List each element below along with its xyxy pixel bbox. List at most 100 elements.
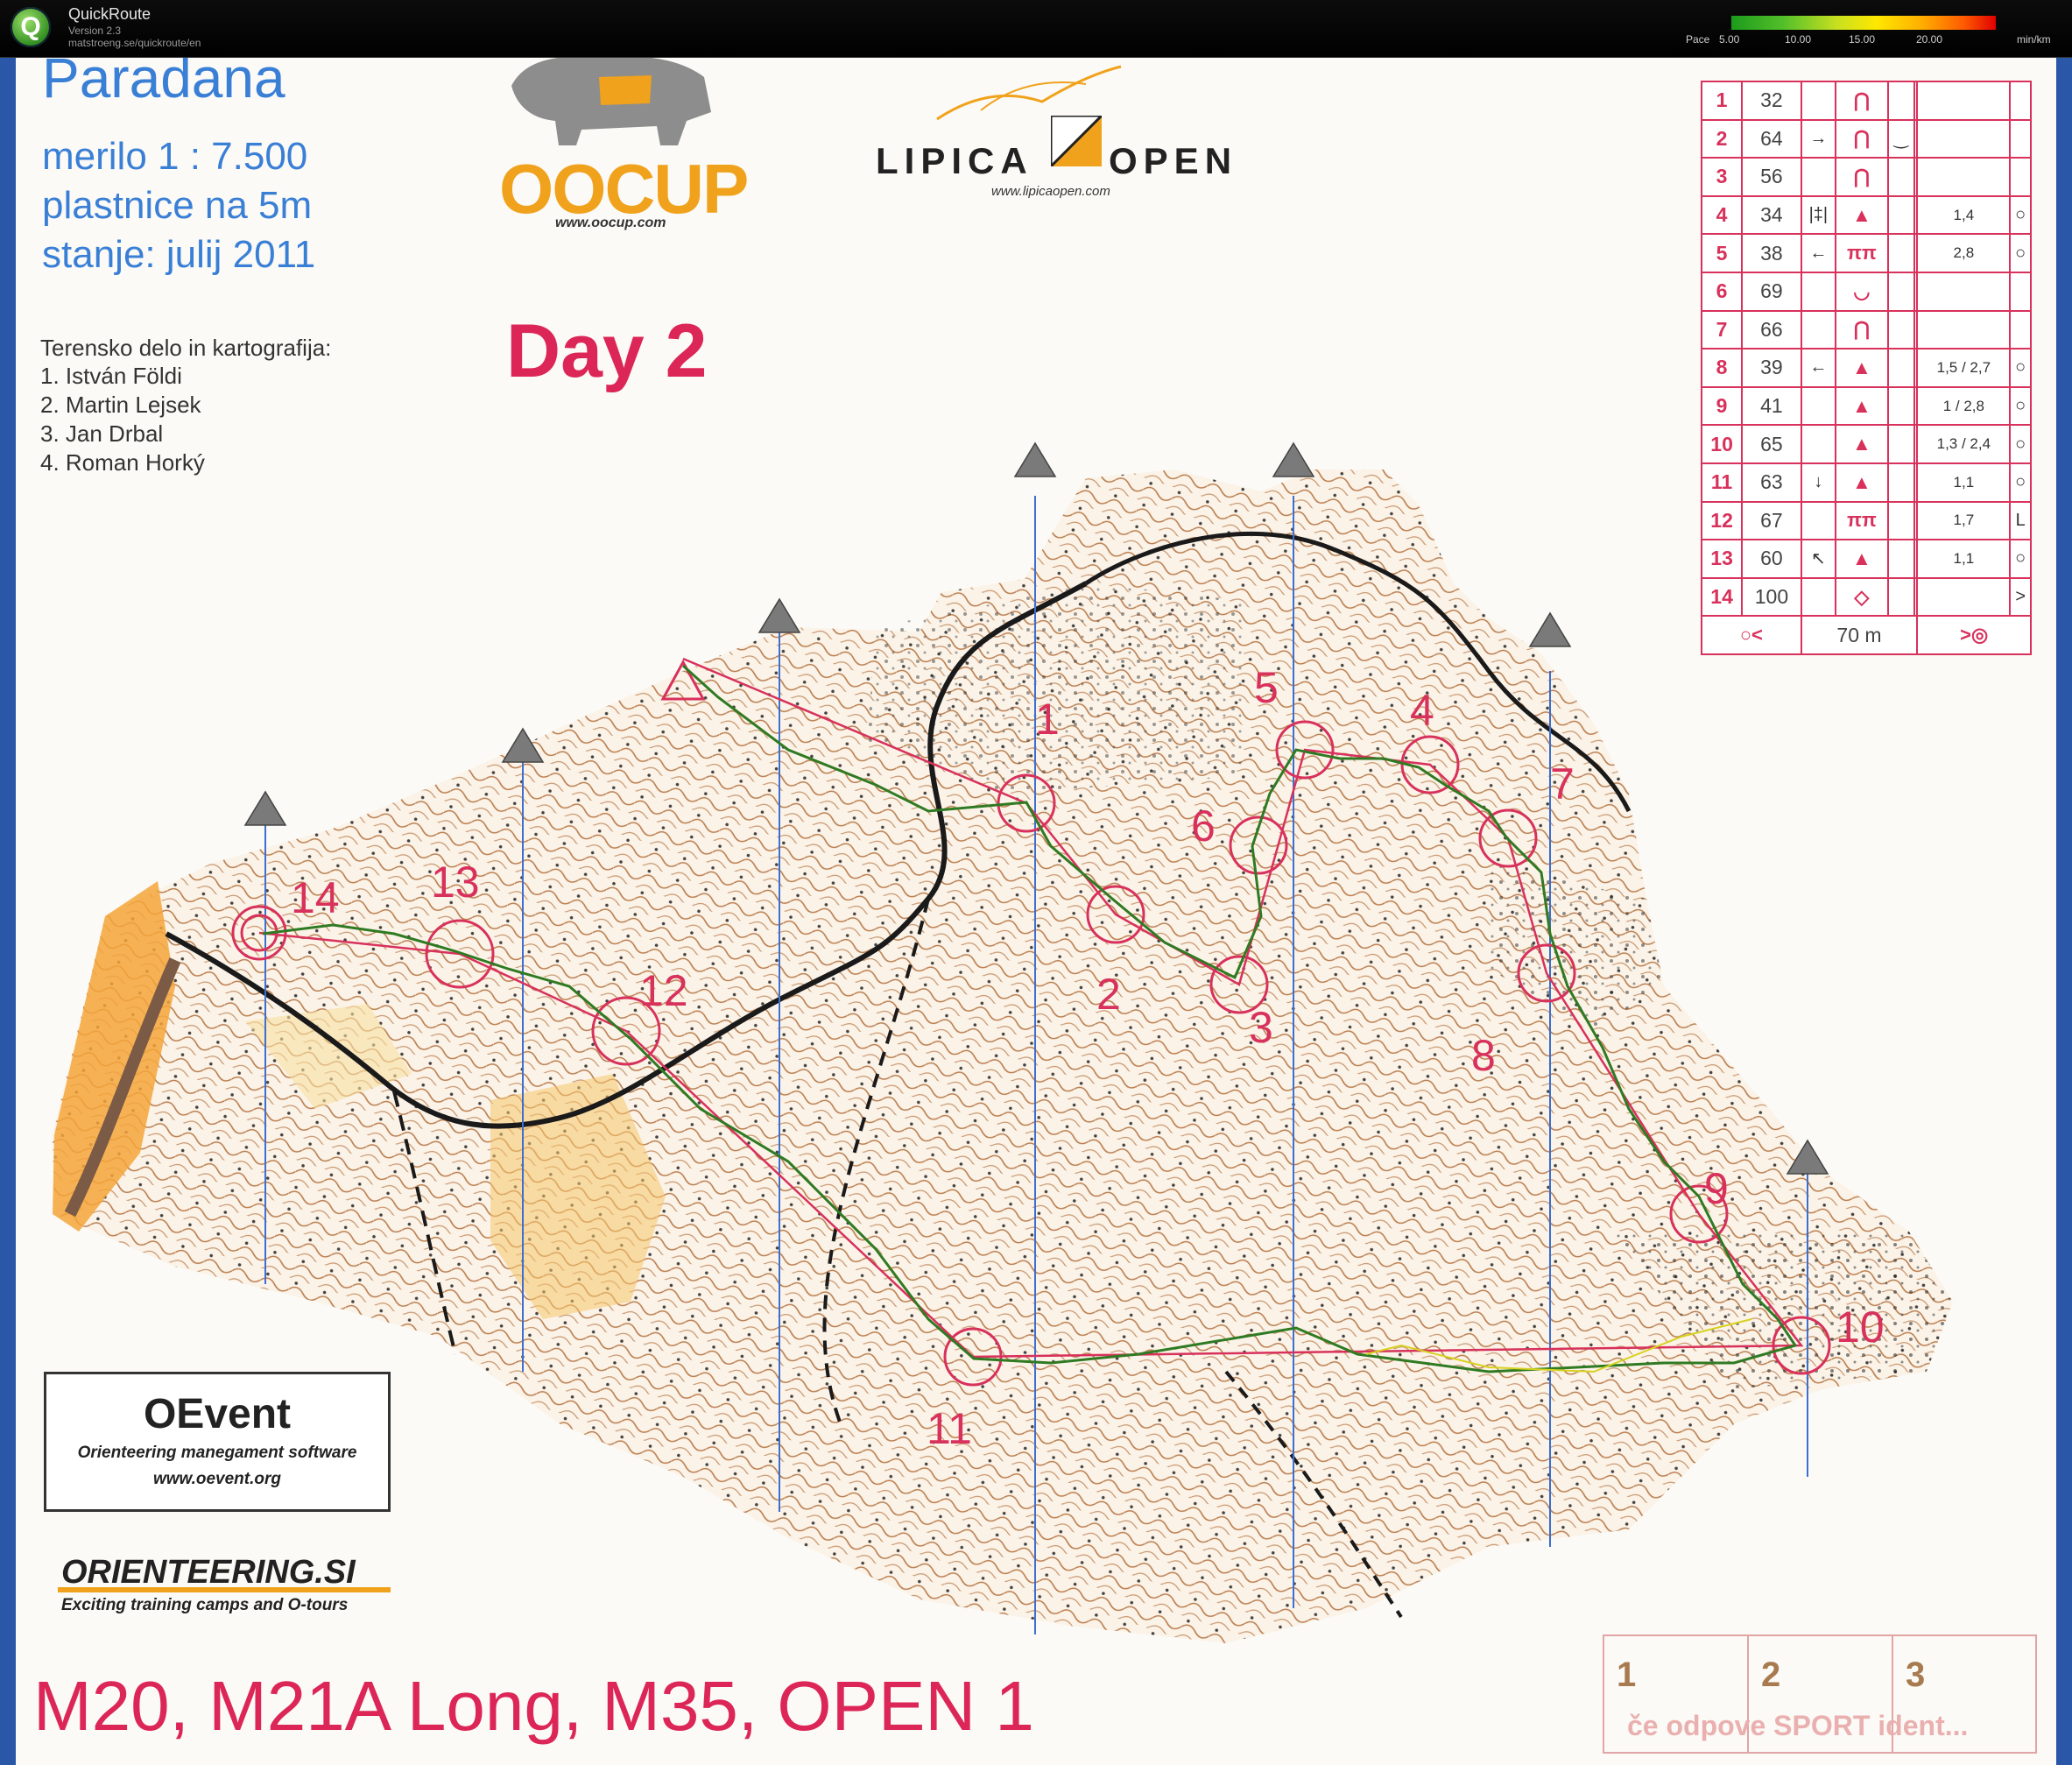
appearance-symbol <box>1886 424 1915 464</box>
oevent-title: OEvent <box>143 1391 292 1437</box>
feature-dimensions: 1,4 <box>1916 194 2012 236</box>
control-description-row: 4 34 |‡| ▲ 1,4 ○ <box>1700 194 2032 236</box>
control-order: 14 <box>1700 576 1744 618</box>
control-description-row: 11 63 ↓ ▲ 1,1 ○ <box>1700 462 2032 503</box>
control-order: 6 <box>1700 271 1744 312</box>
appearance-symbol <box>1886 157 1915 197</box>
control-number: 10 <box>1836 1303 1885 1352</box>
feature-symbol: ▲ <box>1835 539 1889 579</box>
control-number: 2 <box>1096 970 1121 1019</box>
control-order: 11 <box>1700 462 1744 503</box>
finish-row: ○< 70 m >◎ <box>1701 615 2032 656</box>
punch-box-number: 1 <box>1617 1656 1637 1694</box>
control-number: 12 <box>639 966 688 1015</box>
oevent-url: www.oevent.org <box>152 1470 282 1488</box>
map-scale: merilo 1 : 7.500 <box>42 135 308 178</box>
map-state-date: stanje: julij 2011 <box>42 233 316 276</box>
feature-dimensions <box>1916 81 2012 121</box>
control-order: 1 <box>1700 81 1744 121</box>
which-of-similar: |‡| <box>1800 194 1837 236</box>
feature-dimensions <box>1916 271 2012 312</box>
app-version: Version 2.3 <box>68 25 122 37</box>
feature-symbol: ⋂ <box>1835 157 1889 197</box>
credits-title: Terensko delo in kartografija: <box>40 335 332 361</box>
flag-location-symbol: ○ <box>2009 194 2032 236</box>
feature-symbol: ⋂ <box>1835 309 1889 350</box>
feature-symbol: ππ <box>1835 500 1889 541</box>
control-description-row: 3 56 ⋂ <box>1700 157 2032 197</box>
control-code: 39 <box>1741 348 1802 388</box>
flag-location-symbol: ○ <box>2009 462 2032 503</box>
appearance-symbol <box>1886 539 1915 579</box>
feature-dimensions: 1,7 <box>1916 500 2012 541</box>
control-number: 3 <box>1249 1003 1273 1052</box>
orienteering-si-slogan: Exciting training camps and O-tours <box>61 1596 349 1614</box>
app-url[interactable]: matstroeng.se/quickroute/en <box>68 37 201 49</box>
map-view[interactable]: 1 2 3 4 5 6 7 8 9 10 11 12 13 14 Paradan… <box>0 58 2072 1765</box>
feature-symbol: ⋂ <box>1835 118 1889 159</box>
feature-dimensions <box>1916 118 2012 159</box>
which-of-similar: → <box>1800 118 1837 159</box>
rocky-ground-area <box>867 583 1244 794</box>
appearance-symbol <box>1886 348 1915 388</box>
which-of-similar: ← <box>1800 348 1837 388</box>
flag-location-symbol <box>2009 81 2032 121</box>
pace-tick: 10.00 <box>1785 33 1812 46</box>
punch-box-number: 3 <box>1906 1656 1926 1694</box>
which-of-similar <box>1800 157 1837 197</box>
control-code: 34 <box>1741 194 1802 236</box>
appearance-symbol <box>1886 309 1915 350</box>
pace-tick: 20.00 <box>1916 33 1943 46</box>
control-code: 67 <box>1741 500 1802 541</box>
appearance-symbol <box>1886 576 1915 618</box>
day-label: Day 2 <box>506 309 708 393</box>
control-order: 8 <box>1700 348 1744 388</box>
pace-tick: 5.00 <box>1719 33 1740 46</box>
control-code: 38 <box>1741 233 1802 273</box>
appearance-symbol <box>1886 81 1915 121</box>
control-code: 56 <box>1741 157 1802 197</box>
control-code: 64 <box>1741 118 1802 159</box>
flag-location-symbol: L <box>2009 500 2032 541</box>
control-description-row: 10 65 ▲ 1,3 / 2,4 ○ <box>1700 424 2032 464</box>
map-title: Paradana <box>42 58 285 109</box>
flag-location-symbol: > <box>2009 576 2032 618</box>
control-code: 66 <box>1741 309 1802 350</box>
feature-symbol: ◡ <box>1835 271 1889 312</box>
finish-start-symbol: ○< <box>1701 615 1802 656</box>
control-number: 7 <box>1550 759 1575 808</box>
pace-color-scale <box>1731 16 1996 30</box>
control-order: 4 <box>1700 194 1744 236</box>
control-number: 4 <box>1410 686 1434 735</box>
control-order: 10 <box>1700 424 1744 464</box>
control-number: 8 <box>1471 1031 1496 1080</box>
which-of-similar <box>1800 271 1837 312</box>
control-number: 9 <box>1704 1164 1729 1213</box>
feature-symbol: ⋂ <box>1835 81 1889 121</box>
control-order: 3 <box>1700 157 1744 197</box>
pace-unit: min/km <box>2017 33 2051 46</box>
feature-symbol: ▲ <box>1835 424 1889 464</box>
control-code: 32 <box>1741 81 1802 121</box>
feature-dimensions <box>1916 157 2012 197</box>
which-of-similar <box>1800 576 1837 618</box>
control-code: 69 <box>1741 271 1802 312</box>
control-description-row: 2 64 → ⋂ ‿ <box>1700 118 2032 159</box>
flag-location-symbol: ○ <box>2009 348 2032 388</box>
appearance-symbol: ‿ <box>1886 118 1915 159</box>
which-of-similar <box>1800 385 1837 427</box>
flag-location-symbol: ○ <box>2009 385 2032 427</box>
feature-dimensions <box>1916 576 2012 618</box>
credit-line: 3. Jan Drbal <box>40 420 164 447</box>
course-classes: M20, M21A Long, M35, OPEN 1 <box>33 1667 1034 1745</box>
flag-location-symbol <box>2009 309 2032 350</box>
credit-line: 4. Roman Horký <box>40 449 205 476</box>
quickroute-logo-icon: Q <box>11 7 51 47</box>
feature-dimensions: 1,1 <box>1916 539 2012 579</box>
control-code: 100 <box>1741 576 1802 618</box>
feature-symbol: ◇ <box>1835 576 1889 618</box>
which-of-similar: ← <box>1800 233 1837 273</box>
feature-dimensions: 1,1 <box>1916 462 2012 503</box>
pace-tick: 15.00 <box>1849 33 1876 46</box>
feature-symbol: ▲ <box>1835 462 1889 503</box>
